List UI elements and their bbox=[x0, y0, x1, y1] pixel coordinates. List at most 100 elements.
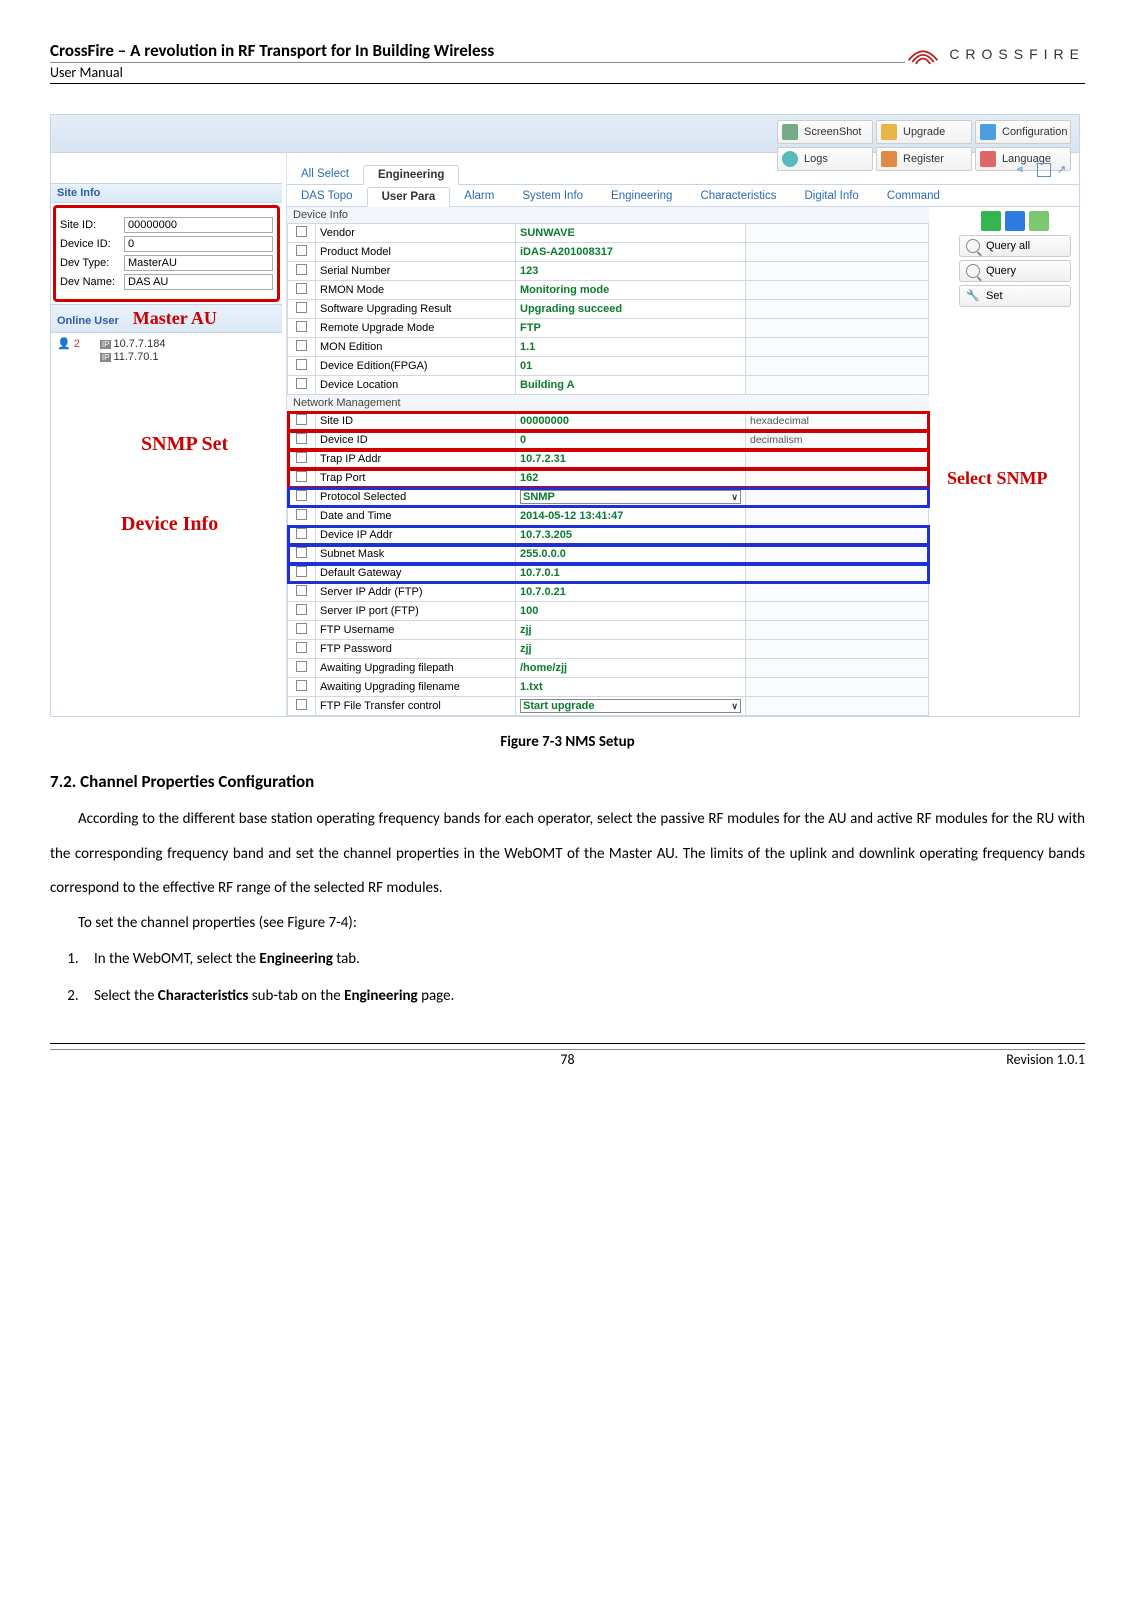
checkbox-cell[interactable] bbox=[288, 357, 316, 376]
param-cell: FTP File Transfer control bbox=[316, 697, 516, 716]
note-cell bbox=[746, 243, 929, 262]
table-row: Product Model iDAS-A201008317 bbox=[288, 243, 929, 262]
table-row: RMON Mode Monitoring mode bbox=[288, 281, 929, 300]
table-row: Server IP port (FTP) 100 bbox=[288, 602, 929, 621]
tab-engineering[interactable]: Engineering bbox=[363, 165, 459, 185]
param-cell: Remote Upgrade Mode bbox=[316, 319, 516, 338]
checkbox-cell[interactable] bbox=[288, 319, 316, 338]
checkbox-cell[interactable] bbox=[288, 507, 316, 526]
checkbox-cell[interactable] bbox=[288, 602, 316, 621]
query-all-button[interactable]: Query all bbox=[959, 235, 1071, 257]
subtab-engineering[interactable]: Engineering bbox=[597, 187, 686, 206]
note-cell bbox=[746, 488, 929, 507]
page-number: 78 bbox=[560, 1051, 574, 1068]
param-cell: Server IP port (FTP) bbox=[316, 602, 516, 621]
checkbox-cell[interactable] bbox=[288, 262, 316, 281]
checkbox-cell[interactable] bbox=[288, 412, 316, 431]
checkbox-cell[interactable] bbox=[288, 224, 316, 243]
step-1: In the WebOMT, select the Engineering ta… bbox=[82, 942, 1085, 977]
subtab-system-info[interactable]: System Info bbox=[508, 187, 597, 206]
arrow-icon[interactable]: ↗ bbox=[1057, 163, 1071, 177]
value-cell: 2014-05-12 13:41:47 bbox=[516, 507, 746, 526]
select-dropdown[interactable]: SNMP∨ bbox=[520, 490, 741, 504]
param-cell: MON Edition bbox=[316, 338, 516, 357]
checkbox-cell[interactable] bbox=[288, 564, 316, 583]
checkbox-cell[interactable] bbox=[288, 583, 316, 602]
expand-icon[interactable] bbox=[1037, 163, 1051, 177]
left-sidebar: Site Info Site ID:00000000 Device ID:0 D… bbox=[51, 153, 287, 716]
checkbox-cell[interactable] bbox=[288, 640, 316, 659]
screenshot-icon bbox=[782, 124, 798, 140]
param-cell: Default Gateway bbox=[316, 564, 516, 583]
screenshot-button[interactable]: ScreenShot bbox=[777, 120, 873, 144]
subtab-characteristics[interactable]: Characteristics bbox=[686, 187, 790, 206]
subtab-user-para[interactable]: User Para bbox=[367, 187, 451, 207]
note-cell bbox=[746, 224, 929, 243]
note-cell bbox=[746, 545, 929, 564]
section-heading: 7.2. Channel Properties Configuration bbox=[50, 771, 1085, 792]
user-count: 2 bbox=[74, 338, 80, 350]
site-id-input[interactable]: 00000000 bbox=[124, 217, 273, 233]
checkbox-cell[interactable] bbox=[288, 488, 316, 507]
checkbox-cell[interactable] bbox=[288, 678, 316, 697]
checkbox-cell[interactable] bbox=[288, 300, 316, 319]
chevron-down-icon: ∨ bbox=[731, 701, 738, 712]
check-indicator-icon[interactable] bbox=[1029, 211, 1049, 231]
brand-name: CROSSFIRE bbox=[949, 46, 1085, 62]
value-cell: 10.7.2.31 bbox=[516, 450, 746, 469]
tab-all-select[interactable]: All Select bbox=[287, 165, 363, 184]
param-cell: RMON Mode bbox=[316, 281, 516, 300]
note-cell bbox=[746, 300, 929, 319]
table-row: Trap IP Addr 10.7.2.31 bbox=[288, 450, 929, 469]
table-row: Site ID 00000000 hexadecimal bbox=[288, 412, 929, 431]
checkbox-cell[interactable] bbox=[288, 659, 316, 678]
document-title: CrossFire – A revolution in RF Transport… bbox=[50, 40, 905, 61]
note-cell bbox=[746, 376, 929, 395]
select-dropdown[interactable]: Start upgrade∨ bbox=[520, 699, 741, 713]
checkbox-cell[interactable] bbox=[288, 526, 316, 545]
subtab-das-topo[interactable]: DAS Topo bbox=[287, 187, 367, 206]
table-row: Date and Time 2014-05-12 13:41:47 bbox=[288, 507, 929, 526]
query-button[interactable]: Query bbox=[959, 260, 1071, 282]
checkbox-cell[interactable] bbox=[288, 621, 316, 640]
paragraph-1: According to the different base station … bbox=[50, 802, 1085, 906]
device-info-table: Vendor SUNWAVE Product Model iDAS-A20100… bbox=[287, 223, 929, 395]
table-row: Serial Number 123 bbox=[288, 262, 929, 281]
value-cell: Upgrading succeed bbox=[516, 300, 746, 319]
value-cell: /home/zjj bbox=[516, 659, 746, 678]
subtab-alarm[interactable]: Alarm bbox=[450, 187, 508, 206]
checkbox-cell[interactable] bbox=[288, 281, 316, 300]
value-cell: 10.7.0.21 bbox=[516, 583, 746, 602]
up-indicator-icon[interactable] bbox=[981, 211, 1001, 231]
step-list: In the WebOMT, select the Engineering ta… bbox=[82, 942, 1085, 1013]
device-id-label: Device ID: bbox=[60, 238, 120, 250]
dev-type-input[interactable]: MasterAU bbox=[124, 255, 273, 271]
subtab-digital-info[interactable]: Digital Info bbox=[791, 187, 873, 206]
checkbox-cell[interactable] bbox=[288, 431, 316, 450]
checkbox-cell[interactable] bbox=[288, 697, 316, 716]
figure-caption: Figure 7-3 NMS Setup bbox=[50, 733, 1085, 751]
table-row: Device Edition(FPGA) 01 bbox=[288, 357, 929, 376]
checkbox-cell[interactable] bbox=[288, 243, 316, 262]
side-actions-panel: Query all Query 🔧Set bbox=[959, 211, 1071, 310]
table-row: Awaiting Upgrading filepath /home/zjj bbox=[288, 659, 929, 678]
down-indicator-icon[interactable] bbox=[1005, 211, 1025, 231]
online-user-panel: 👤 2 IP10.7.7.184 IP11.7.70.1 bbox=[51, 333, 282, 368]
dev-name-input[interactable]: DAS AU bbox=[124, 274, 273, 290]
configuration-button[interactable]: Configuration bbox=[975, 120, 1071, 144]
share-icon[interactable]: ⪡ bbox=[1017, 163, 1031, 177]
checkbox-cell[interactable] bbox=[288, 338, 316, 357]
checkbox-cell[interactable] bbox=[288, 376, 316, 395]
upgrade-button[interactable]: Upgrade bbox=[876, 120, 972, 144]
device-id-input[interactable]: 0 bbox=[124, 236, 273, 252]
primary-tabs: All Select Engineering bbox=[287, 165, 1079, 185]
checkbox-cell[interactable] bbox=[288, 469, 316, 488]
checkbox-cell[interactable] bbox=[288, 545, 316, 564]
ip-row-1: IP10.7.7.184 bbox=[100, 338, 166, 350]
table-row: Trap Port 162 bbox=[288, 469, 929, 488]
checkbox-cell[interactable] bbox=[288, 450, 316, 469]
set-button[interactable]: 🔧Set bbox=[959, 285, 1071, 307]
param-cell: Awaiting Upgrading filename bbox=[316, 678, 516, 697]
subtab-command[interactable]: Command bbox=[873, 187, 954, 206]
note-cell bbox=[746, 526, 929, 545]
